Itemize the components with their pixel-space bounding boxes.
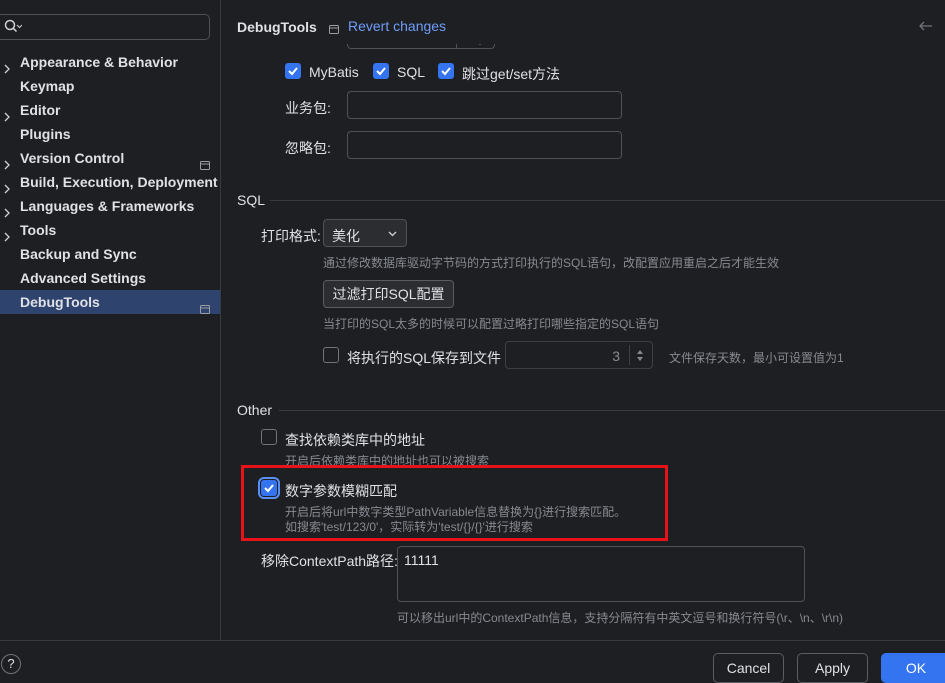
settings-nav-tree: Appearance & Behavior Keymap Editor Plug… [0,50,220,314]
nav-build-execution-deployment[interactable]: Build, Execution, Deployment [0,170,220,194]
filter-print-sql-button[interactable]: 过滤打印SQL配置 [323,280,454,308]
nav-backup-sync[interactable]: Backup and Sync [0,242,220,266]
save-days-value: 3 [612,348,620,364]
context-path-label: 移除ContextPath路径: [261,553,398,569]
find-dependency-checkbox[interactable] [261,429,277,445]
settings-content-panel: DebugTools Revert changes MyBatis SQL 跳过… [221,0,945,640]
save-days-spinner[interactable]: 3 [505,341,653,369]
apply-button[interactable]: Apply [797,653,868,683]
fuzzy-match-hint-line2: 如搜索'test/123/0'，实际转为'test/{}/{}'进行搜索 [285,520,533,534]
nav-version-control[interactable]: Version Control [0,146,220,170]
dialog-footer: ? Cancel Apply OK [0,640,945,683]
context-path-value: 11111 [404,552,439,568]
mybatis-label: MyBatis [309,64,359,80]
spinner-arrows-icon[interactable] [636,349,644,362]
nav-label: Editor [20,102,61,118]
nav-keymap[interactable]: Keymap [0,74,220,98]
nav-label: Languages & Frameworks [20,198,195,214]
skip-getset-checkbox[interactable] [438,63,454,79]
print-format-label: 打印格式: [261,228,321,244]
nav-languages-frameworks[interactable]: Languages & Frameworks [0,194,220,218]
nav-debugtools[interactable]: DebugTools [0,290,220,314]
fuzzy-match-checkbox[interactable] [258,477,280,499]
sql-label: SQL [397,64,426,80]
nav-advanced-settings[interactable]: Advanced Settings [0,266,220,290]
settings-sidebar: Appearance & Behavior Keymap Editor Plug… [0,0,221,640]
filter-sql-hint: 当打印的SQL太多的时候可以配置过略打印哪些指定的SQL语句 [323,317,660,331]
sql-section-title: SQL [237,192,266,208]
ignore-package-input[interactable] [347,131,622,159]
sql-section-separator [270,200,945,201]
chevron-down-icon [388,231,397,237]
nav-label: Advanced Settings [20,270,147,286]
revert-changes-link[interactable]: Revert changes [348,18,446,34]
nav-label: Version Control [20,150,125,166]
nav-label: Build, Execution, Deployment [20,174,218,190]
save-days-hint: 文件保存天数，最小可设置值为1 [669,351,844,365]
fuzzy-match-label: 数字参数模糊匹配 [285,483,397,499]
project-level-icon [329,21,339,37]
print-format-value: 美化 [332,228,360,244]
help-button[interactable]: ? [1,654,21,674]
nav-label: Plugins [20,126,71,142]
search-icon [4,19,23,38]
nav-label: Keymap [20,78,75,94]
mybatis-checkbox[interactable] [285,63,301,79]
nav-label: DebugTools [20,294,100,310]
business-package-input[interactable] [347,91,622,119]
nav-label: Tools [20,222,57,238]
spinner-divider [629,345,630,365]
nav-label: Appearance & Behavior [20,54,178,70]
page-title: DebugTools [237,19,317,35]
ok-button[interactable]: OK [881,653,945,683]
sql-checkbox[interactable] [373,63,389,79]
nav-label: Backup and Sync [20,246,137,262]
nav-appearance-behavior[interactable]: Appearance & Behavior [0,50,220,74]
ignore-package-label: 忽略包: [285,140,331,156]
cancel-button[interactable]: Cancel [713,653,784,683]
settings-search-field[interactable] [0,14,210,40]
nav-tools[interactable]: Tools [0,218,220,242]
arrow-left-icon[interactable] [919,18,933,34]
print-format-select[interactable]: 美化 [323,219,407,247]
save-sql-to-file-checkbox[interactable] [323,347,339,363]
nav-editor[interactable]: Editor [0,98,220,122]
business-package-label: 业务包: [285,100,331,116]
other-section-separator [279,410,945,411]
context-path-textarea[interactable]: 11111 [397,546,805,602]
save-sql-to-file-label: 将执行的SQL保存到文件 [347,350,502,366]
find-dependency-label: 查找依赖类库中的地址 [285,432,425,448]
other-section-title: Other [237,402,273,418]
project-level-icon [200,297,210,321]
nav-plugins[interactable]: Plugins [0,122,220,146]
context-path-hint: 可以移出url中的ContextPath信息，支持分隔符有中英文逗号和换行符号(… [397,611,844,625]
print-format-hint: 通过修改数据库驱动字节码的方式打印执行的SQL语句，改配置应用重启之后才能生效 [323,256,780,270]
skip-getset-label: 跳过get/set方法 [462,66,561,82]
